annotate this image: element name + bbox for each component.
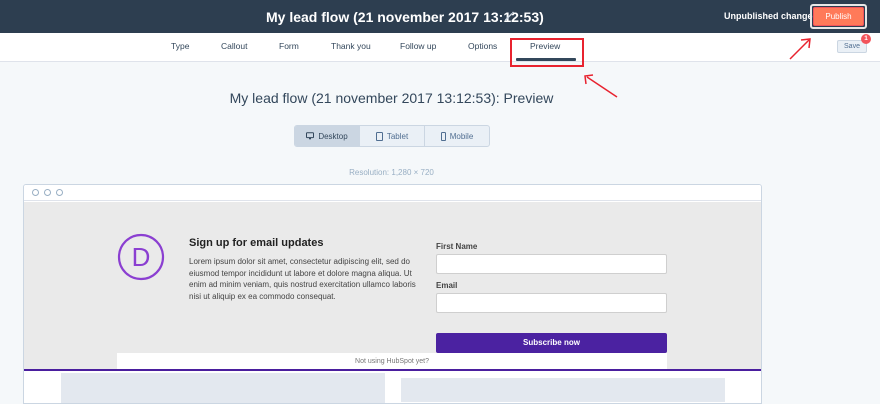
tab-follow-up[interactable]: Follow up xyxy=(400,41,436,51)
device-tablet-button[interactable]: Tablet xyxy=(360,126,425,146)
divi-logo-icon: D xyxy=(117,233,165,281)
first-name-label: First Name xyxy=(436,242,478,251)
notification-badge: 1 xyxy=(861,34,871,44)
annotation-arrow-icon xyxy=(789,38,811,60)
unpublished-status: Unpublished changes xyxy=(724,11,818,21)
desktop-icon xyxy=(306,132,315,140)
tab-bar: Type Callout Form Thank you Follow up Op… xyxy=(0,33,880,62)
lead-flow-body: Lorem ipsum dolor sit amet, consectetur … xyxy=(189,257,416,301)
device-desktop-button[interactable]: Desktop xyxy=(295,126,360,146)
tab-form[interactable]: Form xyxy=(279,41,299,51)
device-desktop-label: Desktop xyxy=(318,131,348,141)
tab-type[interactable]: Type xyxy=(171,41,189,51)
pencil-icon[interactable] xyxy=(503,10,515,22)
placeholder-block xyxy=(61,373,385,403)
placeholder-block xyxy=(401,386,725,402)
lead-flow-heading: Sign up for email updates xyxy=(189,237,324,249)
tab-options[interactable]: Options xyxy=(468,41,497,51)
top-bar: My lead flow (21 november 2017 13:12:53)… xyxy=(0,0,880,33)
tablet-icon xyxy=(375,131,383,141)
not-using-hubspot-link[interactable]: Not using HubSpot yet? xyxy=(117,353,667,370)
email-input[interactable] xyxy=(436,293,667,313)
email-label: Email xyxy=(436,281,458,290)
device-tablet-label: Tablet xyxy=(386,131,409,141)
device-mobile-label: Mobile xyxy=(449,131,474,141)
resolution-label: Resolution: 1,280 × 720 xyxy=(349,168,434,177)
mobile-icon xyxy=(440,131,446,141)
device-toggle: Desktop Tablet Mobile xyxy=(294,125,490,147)
tab-callout[interactable]: Callout xyxy=(221,41,247,51)
subscribe-button[interactable]: Subscribe now xyxy=(436,333,667,353)
browser-bar xyxy=(24,185,761,201)
publish-button[interactable]: Publish xyxy=(813,7,864,26)
window-dot-icon xyxy=(44,189,51,196)
svg-text:D: D xyxy=(132,242,151,272)
first-name-input[interactable] xyxy=(436,254,667,274)
preview-tab-highlight xyxy=(510,38,584,67)
preview-frame: D Sign up for email updates Lorem ipsum … xyxy=(23,184,762,404)
window-dot-icon xyxy=(56,189,63,196)
tab-thank-you[interactable]: Thank you xyxy=(331,41,371,51)
window-dot-icon xyxy=(32,189,39,196)
lead-flow-banner: D Sign up for email updates Lorem ipsum … xyxy=(24,202,761,370)
device-mobile-button[interactable]: Mobile xyxy=(425,126,489,146)
preview-title: My lead flow (21 november 2017 13:12:53)… xyxy=(229,90,554,106)
